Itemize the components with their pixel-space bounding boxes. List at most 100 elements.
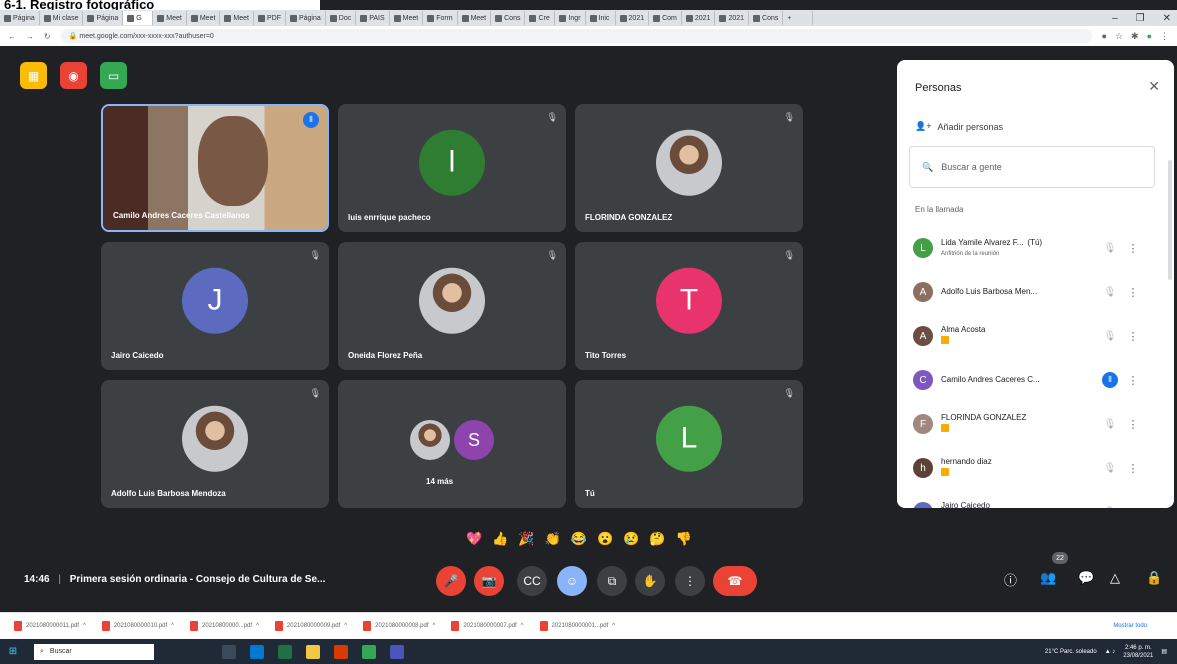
browser-tab[interactable]: Form xyxy=(423,11,458,25)
chevron-up-icon[interactable]: ^ xyxy=(171,623,174,629)
download-item[interactable]: 2021080000007.pdf ^ xyxy=(451,621,524,631)
download-item[interactable]: 2021080000011.pdf ^ xyxy=(14,621,86,631)
browser-tab[interactable]: Doc xyxy=(326,11,357,25)
activities-button[interactable]: ▭ xyxy=(100,62,127,89)
mic-off-icon[interactable]: 🎙 xyxy=(1099,507,1121,509)
task-view-icon[interactable] xyxy=(222,644,236,659)
participant-row[interactable]: J Jairo Caicedo 🎙⋮ xyxy=(897,490,1174,508)
reaction-button[interactable]: 👏 xyxy=(545,531,561,547)
reaction-button[interactable]: 😂 xyxy=(571,531,587,547)
participant-tile[interactable]: 🎙 Oneida Florez Peña xyxy=(338,242,566,370)
browser-tab[interactable]: Mi clase xyxy=(40,11,84,25)
participant-tile[interactable]: L 🎙 Tú xyxy=(575,380,803,508)
raise-hand-button[interactable]: ✋ xyxy=(635,566,665,596)
browser-tab[interactable]: 2021 xyxy=(715,11,750,25)
download-item[interactable]: 20210800000...pdf ^ xyxy=(190,621,259,631)
people-search-input[interactable]: 🔍 Buscar a gente xyxy=(909,146,1155,188)
more-options-button[interactable]: ⋮ xyxy=(675,566,705,596)
reactions-button[interactable]: ☺ xyxy=(557,566,587,596)
participant-tile[interactable]: 🎙 Adolfo Luis Barbosa Mendoza xyxy=(101,380,329,508)
chevron-up-icon[interactable]: ^ xyxy=(433,623,436,629)
participant-row[interactable]: A Adolfo Luis Barbosa Men... 🎙 ⋮ xyxy=(897,270,1174,314)
browser-tab[interactable]: Com xyxy=(649,11,682,25)
file-explorer-icon[interactable] xyxy=(306,644,320,659)
present-button[interactable]: ⧉ xyxy=(597,566,627,596)
download-item[interactable]: 2021080000009.pdf ^ xyxy=(274,621,347,631)
notifications-icon[interactable]: ▤ xyxy=(1161,648,1167,655)
reaction-button[interactable]: 👎 xyxy=(676,531,692,547)
mic-off-icon[interactable]: 🎙 xyxy=(1099,243,1121,254)
chevron-up-icon[interactable]: ^ xyxy=(83,623,86,629)
reaction-button[interactable]: 💖 xyxy=(466,531,482,547)
chrome-icon[interactable] xyxy=(362,644,376,659)
people-icon[interactable]: 👥 xyxy=(1040,570,1056,586)
browser-tab[interactable]: Página xyxy=(286,11,326,25)
back-icon[interactable]: ← xyxy=(8,32,16,41)
panel-scrollbar[interactable] xyxy=(1168,160,1172,280)
browser-tab[interactable]: Meet xyxy=(187,11,221,25)
reaction-button[interactable]: 👍 xyxy=(492,531,508,547)
weather-widget[interactable]: 21°C Parc. soleado xyxy=(1045,649,1097,655)
speaking-indicator-icon[interactable]: ⦀ xyxy=(1099,372,1121,388)
participant-row[interactable]: C Camilo Andres Caceres C... ⦀ ⋮ xyxy=(897,358,1174,402)
browser-tab[interactable]: PAIS xyxy=(356,11,390,25)
browser-tab[interactable]: Página xyxy=(83,11,124,25)
more-options-icon[interactable]: ⋮ xyxy=(1121,506,1145,509)
more-options-icon[interactable]: ⋮ xyxy=(1121,242,1145,255)
minimize-button[interactable]: – xyxy=(1112,13,1118,24)
browser-tab[interactable]: G xyxy=(123,11,154,25)
clock[interactable]: 2:46 p. m. 23/08/2021 xyxy=(1123,644,1153,660)
windows-start-icon[interactable]: ⊞ xyxy=(0,646,26,657)
network-icon[interactable]: ▲ ♪ xyxy=(1105,649,1116,655)
participant-row[interactable]: h hernando diaz 🎙 ⋮ xyxy=(897,446,1174,490)
chevron-up-icon[interactable]: ^ xyxy=(521,623,524,629)
browser-tab[interactable]: Página xyxy=(0,11,40,25)
leave-call-button[interactable]: ☎ xyxy=(713,566,757,596)
reaction-button[interactable]: 😮 xyxy=(597,531,613,547)
host-controls-icon[interactable]: 🔒 xyxy=(1146,570,1162,586)
browser-tab[interactable]: 2021 xyxy=(682,11,716,25)
chevron-up-icon[interactable]: ^ xyxy=(612,623,615,629)
browser-tab[interactable]: Meet xyxy=(153,11,187,25)
browser-tab[interactable]: PDF xyxy=(254,11,286,25)
participant-row[interactable]: F FLORINDA GONZALEZ 🎙 ⋮ xyxy=(897,402,1174,446)
download-item[interactable]: 2021080000001...pdf ^ xyxy=(539,621,615,631)
captions-button[interactable]: CC xyxy=(517,566,547,596)
new-tab-button[interactable]: + xyxy=(783,11,814,25)
mic-off-icon[interactable]: 🎙 xyxy=(1099,287,1121,298)
browser-tab[interactable]: Meet xyxy=(458,11,492,25)
browser-tab[interactable]: Cons xyxy=(749,11,784,25)
browser-tab[interactable]: Inic xyxy=(586,11,616,25)
participant-tile[interactable]: T 🎙 Tito Torres xyxy=(575,242,803,370)
browser-tab[interactable]: Meet xyxy=(220,11,254,25)
mic-off-icon[interactable]: 🎙 xyxy=(1099,419,1121,430)
chevron-up-icon[interactable]: ^ xyxy=(344,623,347,629)
participant-tile[interactable]: 🎙 FLORINDA GONZALEZ xyxy=(575,104,803,232)
more-options-icon[interactable]: ⋮ xyxy=(1121,374,1145,387)
close-window-button[interactable]: ✕ xyxy=(1163,13,1171,24)
reaction-button[interactable]: 🤔 xyxy=(649,531,665,547)
show-all-downloads[interactable]: Mostrar todo xyxy=(1113,623,1147,629)
mic-off-icon[interactable]: 🎙 xyxy=(1099,331,1121,342)
url-input[interactable]: 🔒 meet.google.com/xxx-xxxx-xxx?authuser=… xyxy=(60,29,1092,43)
excel-icon[interactable] xyxy=(278,644,292,659)
star-icon[interactable]: ☆ xyxy=(1115,31,1123,42)
participant-row[interactable]: A Alma Acosta 🎙 ⋮ xyxy=(897,314,1174,358)
menu-icon[interactable]: ⋮ xyxy=(1160,31,1169,42)
camera-icon[interactable]: ● xyxy=(1102,31,1107,42)
participant-tile[interactable]: l 🎙 luis enrrique pacheco xyxy=(338,104,566,232)
reload-icon[interactable]: ↻ xyxy=(44,32,51,41)
browser-tab[interactable]: Cons xyxy=(491,11,526,25)
participant-tile[interactable]: S 14 más xyxy=(338,380,566,508)
edge-icon[interactable] xyxy=(250,644,264,659)
meeting-title[interactable]: Primera sesión ordinaria - Consejo de Cu… xyxy=(70,574,326,585)
office-icon[interactable] xyxy=(334,644,348,659)
camera-toggle-button[interactable]: 📷 xyxy=(474,566,504,596)
activities-icon[interactable]: △ xyxy=(1110,570,1120,586)
more-options-icon[interactable]: ⋮ xyxy=(1121,286,1145,299)
reaction-button[interactable]: 🎉 xyxy=(518,531,534,547)
participant-row[interactable]: L Lida Yamile Alvarez F... (Tú) Anfitrión d… xyxy=(897,226,1174,270)
browser-tab[interactable]: Ingr xyxy=(555,11,586,25)
close-panel-button[interactable]: ✕ xyxy=(1148,78,1160,95)
download-item[interactable]: 2021080000008.pdf ^ xyxy=(363,621,435,631)
